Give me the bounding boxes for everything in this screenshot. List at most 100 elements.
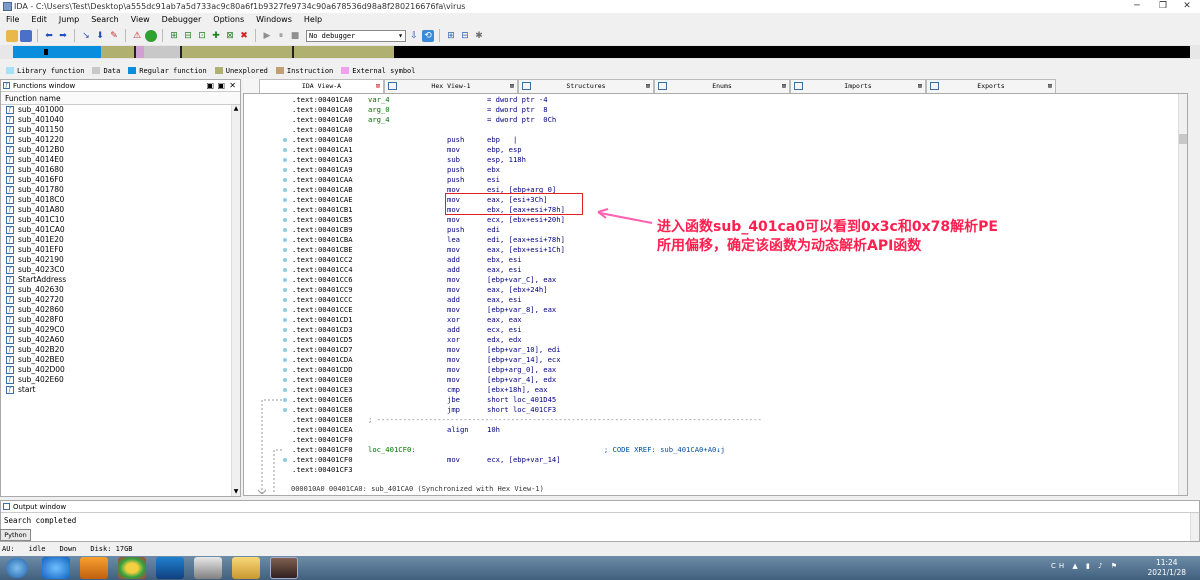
code-line[interactable]: .text:00401CA0 push ebp | [292,135,762,145]
menu-help[interactable]: Help [298,13,328,27]
breakpoint-dot[interactable] [283,228,287,232]
code-line[interactable]: .text:00401CDD mov [ebp+arg_0], eax [292,365,762,375]
breakpoint-dot[interactable] [283,458,287,462]
functions-scrollbar[interactable]: ▲ ▼ [231,105,240,496]
sync-icon[interactable]: ⟲ [422,29,434,42]
data-icon[interactable]: ⊟ [182,30,194,42]
function-list-item[interactable]: f sub_4029C0 [1,325,240,335]
code-line[interactable]: .text:00401CE8 jmp short loc_401CF3 [292,405,762,415]
tab-enums[interactable]: Enums ⊠ [654,79,790,93]
breakpoint-dot[interactable] [283,328,287,332]
disassembly-scrollbar[interactable] [1178,94,1187,495]
breakpoint-dot[interactable] [283,188,287,192]
breakpoint-dot[interactable] [283,348,287,352]
code-line[interactable]: .text:00401CC9 mov eax, [ebx+24h] [292,285,762,295]
breakpoint-dot[interactable] [283,138,287,142]
tab-exports[interactable]: Exports ⊠ [926,79,1056,93]
breakpoint-dot[interactable] [283,198,287,202]
close-icon[interactable]: ⊠ [1048,80,1052,93]
system-tray[interactable]: CH ▲ ▮ ♪ ⚑ [1051,562,1120,570]
code-line[interactable]: .text:00401CD5 xor edx, edx [292,335,762,345]
function-list-item[interactable]: f sub_402E60 [1,375,240,385]
undefine-icon[interactable]: ⊠ [224,30,236,42]
code-line[interactable]: .text:00401CA0 [292,125,762,135]
tab-hex-view-1[interactable]: Hex View-1 ⊠ [384,79,518,93]
breakpoint-dot[interactable] [283,308,287,312]
tab-imports[interactable]: Imports ⊠ [790,79,926,93]
close-icon[interactable]: ⊠ [376,80,380,93]
function-list-item[interactable]: f sub_401680 [1,165,240,175]
code-line[interactable]: .text:00401CA0 arg_0 = dword ptr 8 [292,105,762,115]
breakpoint-dot[interactable] [283,278,287,282]
function-list-item[interactable]: f sub_402630 [1,285,240,295]
code-line[interactable]: .text:00401CC6 mov [ebp+var_C], eax [292,275,762,285]
breakpoint-dot[interactable] [283,208,287,212]
code-line[interactable]: .text:00401CD7 mov [ebp+var_10], edi [292,345,762,355]
close-icon[interactable]: ⊠ [918,80,922,93]
breakpoint-dot[interactable] [283,388,287,392]
function-list-item[interactable]: f sub_401E20 [1,235,240,245]
function-list-item[interactable]: f StartAddress [1,275,240,285]
function-list-item[interactable]: f sub_4012B0 [1,145,240,155]
disassembly-view[interactable]: .text:00401CA0 var_4 = dword ptr -4 .text:0… [243,93,1188,496]
function-list-item[interactable]: f sub_4023C0 [1,265,240,275]
breakpoint-dot[interactable] [283,288,287,292]
code-line[interactable]: .text:00401CA0 var_4 = dword ptr -4 [292,95,762,105]
restore-icon[interactable]: ▣ [206,80,214,92]
function-list-item[interactable]: f sub_4018C0 [1,195,240,205]
function-list-item[interactable]: f sub_401150 [1,125,240,135]
menu-edit[interactable]: Edit [25,13,53,27]
array-icon[interactable]: ✚ [210,30,222,42]
function-list-item[interactable]: f sub_402A60 [1,335,240,345]
python-button[interactable]: Python [0,529,31,541]
code-line[interactable]: .text:00401CF0 mov ecx, [ebp+var_14] [292,455,762,465]
function-list-item[interactable]: f sub_4028F0 [1,315,240,325]
code-line[interactable]: .text:00401CE8 ; ------------------------… [292,415,762,425]
ie-icon[interactable] [42,557,70,579]
minimize-button[interactable]: ─ [1124,1,1150,12]
menu-jump[interactable]: Jump [53,13,85,27]
breakpoint-dot[interactable] [283,368,287,372]
menu-windows[interactable]: Windows [250,13,298,27]
function-list-item[interactable]: f sub_4016F0 [1,175,240,185]
breakpoint-dot[interactable] [283,318,287,322]
code-line[interactable]: .text:00401CC2 add ebx, esi [292,255,762,265]
search-text-icon[interactable]: ✎ [108,30,120,42]
graph-icon[interactable]: ⊞ [445,30,457,42]
code-line[interactable]: .text:00401CE0 mov [ebp+var_4], edx [292,375,762,385]
code-line[interactable]: .text:00401CA1 mov ebp, esp [292,145,762,155]
code-line[interactable]: .text:00401CAA push esi [292,175,762,185]
function-name-header[interactable]: Function name [1,92,240,105]
pause-icon[interactable]: ⏸ [275,30,287,42]
breakpoint-dot[interactable] [283,238,287,242]
disassembly-listing[interactable]: .text:00401CA0 var_4 = dword ptr -4 .text:0… [292,95,762,475]
function-list-item[interactable]: f sub_401CA0 [1,225,240,235]
code-line[interactable]: .text:00401CCE mov [ebp+var_8], eax [292,305,762,315]
function-list-item[interactable]: f sub_401220 [1,135,240,145]
code-line[interactable]: .text:00401CA0 arg_4 = dword ptr 0Ch [292,115,762,125]
breakpoint-dot[interactable] [283,148,287,152]
code-line[interactable]: .text:00401CA9 push ebx [292,165,762,175]
function-list-item[interactable]: f sub_402D00 [1,365,240,375]
breakpoint-dot[interactable] [283,168,287,172]
breakpoint-dot[interactable] [283,338,287,342]
breakpoint-dot[interactable] [283,378,287,382]
save-icon[interactable] [20,29,32,42]
chrome-icon[interactable] [118,557,146,579]
breakpoint-dot[interactable] [283,408,287,412]
input-method[interactable]: CH [1051,562,1067,570]
7zip-icon[interactable] [194,557,222,579]
function-list-item[interactable]: f sub_401000 [1,105,240,115]
code-line[interactable]: .text:00401CC4 add eax, esi [292,265,762,275]
function-list-item[interactable]: f sub_401780 [1,185,240,195]
menu-options[interactable]: Options [207,13,250,27]
menu-debugger[interactable]: Debugger [156,13,208,27]
function-list-item[interactable]: f sub_402BE0 [1,355,240,365]
attach-icon[interactable]: ⇩ [408,30,420,42]
code-line[interactable]: .text:00401CE6 jbe short loc_401D45 [292,395,762,405]
code-line[interactable]: .text:00401CF0 loc_401CF0: ; CODE XREF: s… [292,445,762,455]
breakpoint-dot[interactable] [283,158,287,162]
clock[interactable]: 11:24 2021/1/28 [1148,558,1186,578]
tab-ida-view-a[interactable]: IDA View-A ⊠ [259,79,384,93]
code-line[interactable]: .text:00401CD1 xor eax, eax [292,315,762,325]
